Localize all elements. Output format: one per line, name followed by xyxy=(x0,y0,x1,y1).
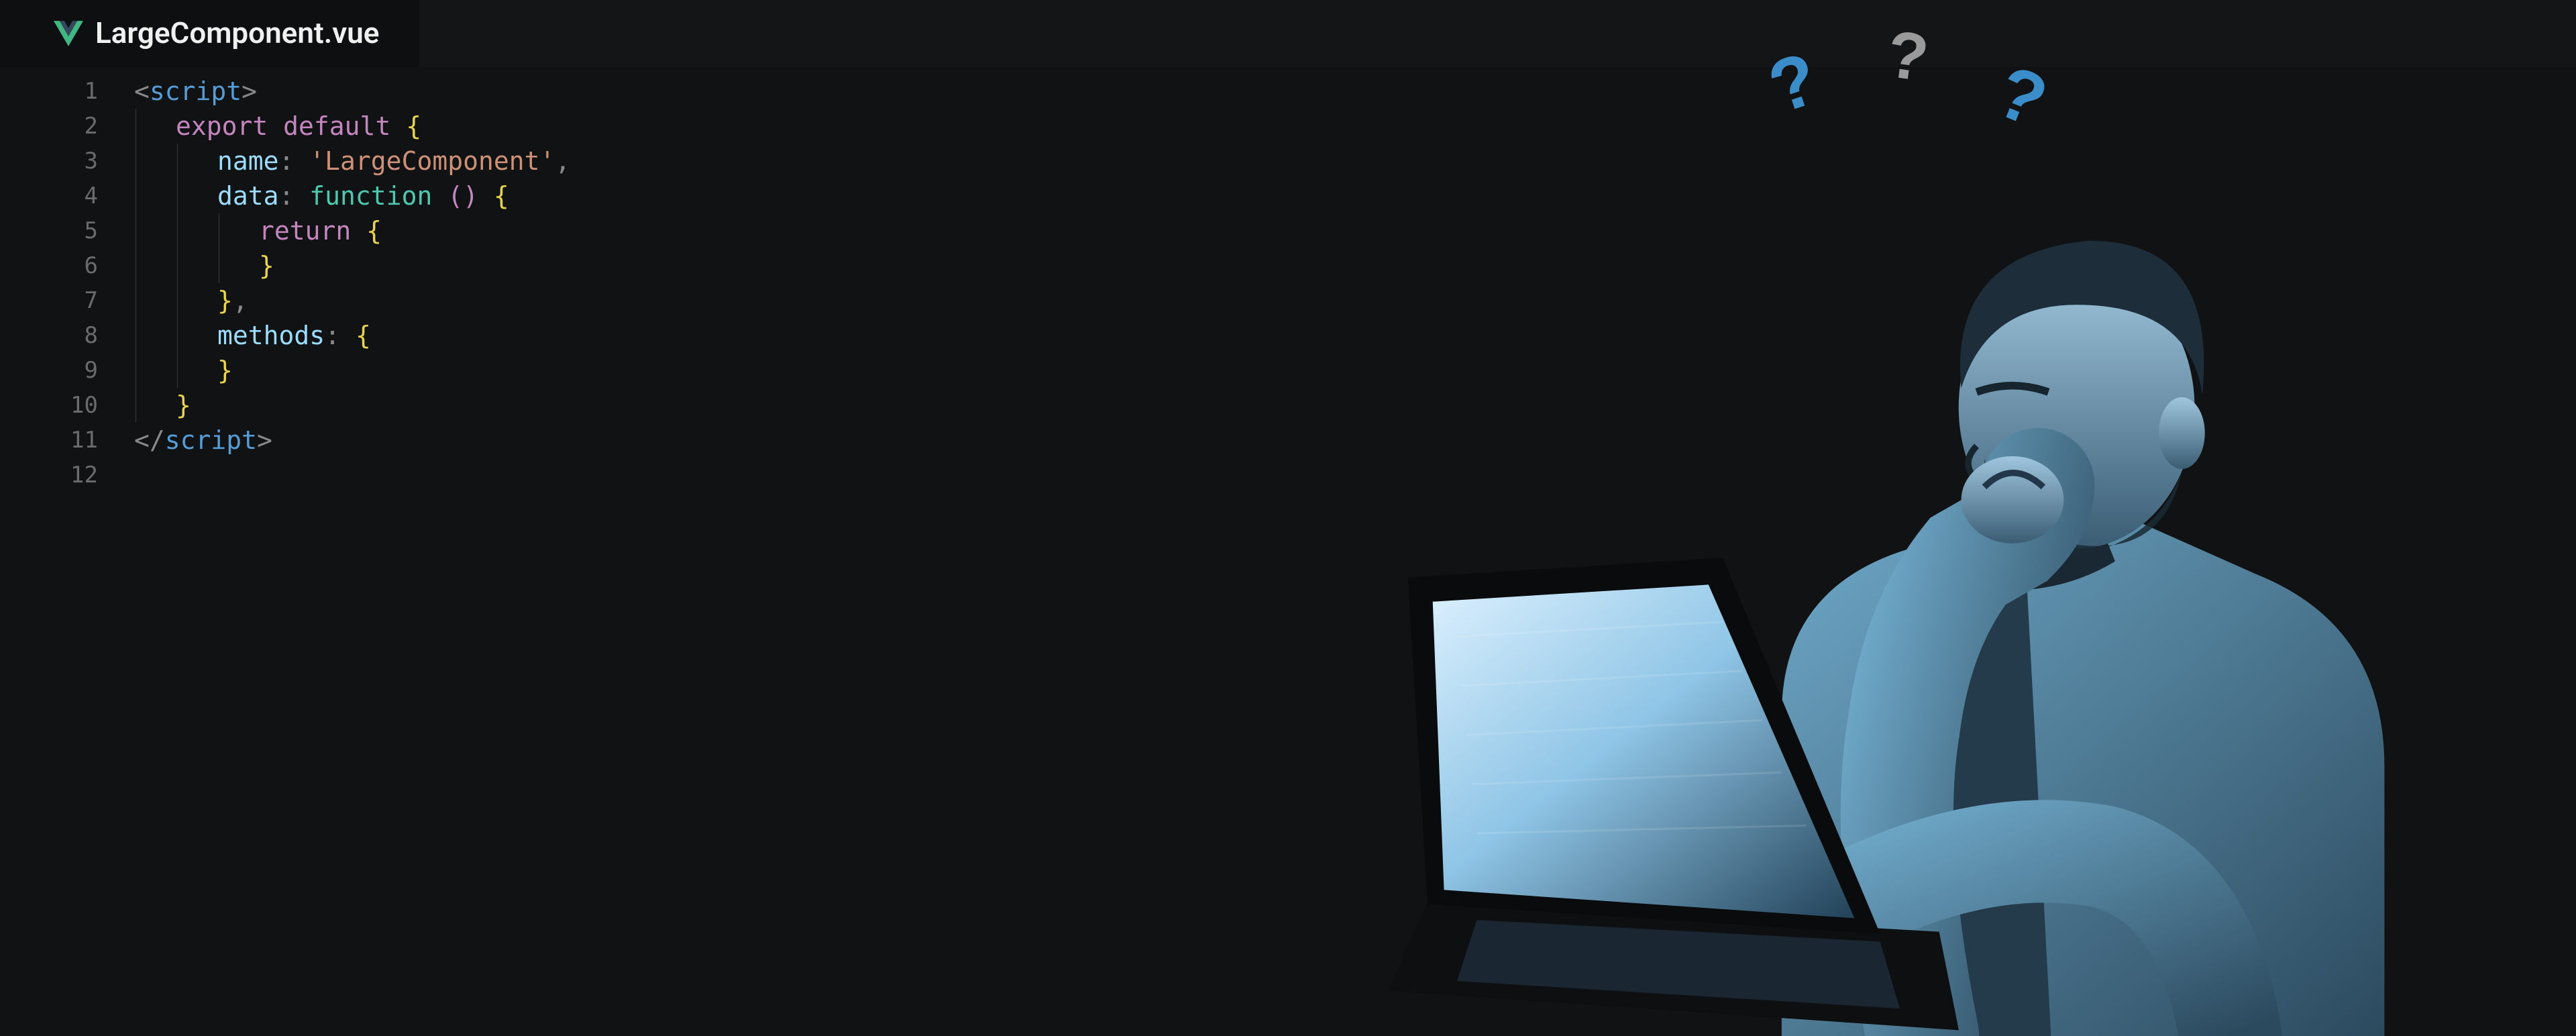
line-number: 1 xyxy=(0,74,98,109)
code-token: script xyxy=(165,425,257,455)
code-token xyxy=(351,216,366,246)
code-token: function xyxy=(309,181,432,211)
code-token: { xyxy=(366,216,382,246)
code-token: { xyxy=(494,181,509,211)
code-token xyxy=(268,111,283,141)
code-token xyxy=(294,181,309,211)
code-token: name xyxy=(217,146,279,176)
code-token: ( xyxy=(447,181,463,211)
line-number: 2 xyxy=(0,109,98,144)
code-token xyxy=(478,181,494,211)
code-token: : xyxy=(325,321,340,350)
line-number: 10 xyxy=(0,388,98,423)
line-number: 8 xyxy=(0,318,98,353)
code-token: return xyxy=(259,216,351,246)
code-line: name: 'LargeComponent', xyxy=(134,144,2576,178)
code-token: 'LargeComponent' xyxy=(309,146,555,176)
code-area[interactable]: <script>export default {name: 'LargeComp… xyxy=(134,74,2576,493)
file-tab[interactable]: LargeComponent.vue xyxy=(0,0,419,67)
code-line: } xyxy=(134,388,2576,423)
code-token: data xyxy=(217,181,279,211)
laptop-illustration xyxy=(1368,513,1959,1036)
tab-bar: LargeComponent.vue xyxy=(0,0,2576,67)
code-token xyxy=(432,181,447,211)
code-line xyxy=(134,458,2576,493)
vue-file-icon xyxy=(54,20,83,47)
line-number: 7 xyxy=(0,283,98,318)
code-token: methods xyxy=(217,321,325,350)
code-line: </script> xyxy=(134,423,2576,458)
code-token: default xyxy=(283,111,390,141)
code-token: { xyxy=(406,111,421,141)
code-token: { xyxy=(356,321,371,350)
code-token: < xyxy=(134,76,150,106)
code-line: } xyxy=(134,248,2576,283)
code-token: } xyxy=(217,356,233,385)
code-token: } xyxy=(217,286,233,315)
line-number: 4 xyxy=(0,178,98,213)
line-number: 5 xyxy=(0,213,98,248)
tab-filename: LargeComponent.vue xyxy=(95,13,379,53)
code-token xyxy=(340,321,356,350)
code-token xyxy=(294,146,309,176)
code-token: </ xyxy=(134,425,165,455)
code-token xyxy=(390,111,406,141)
code-token: : xyxy=(279,146,294,176)
code-line: } xyxy=(134,353,2576,388)
line-number: 12 xyxy=(0,458,98,493)
line-number: 6 xyxy=(0,248,98,283)
line-number: 9 xyxy=(0,353,98,388)
line-number-gutter: 123456789101112 xyxy=(0,74,134,493)
code-token: , xyxy=(555,146,570,176)
code-token: } xyxy=(176,391,191,420)
code-token: ) xyxy=(463,181,478,211)
code-editor[interactable]: 123456789101112 <script>export default {… xyxy=(0,67,2576,493)
code-line: return { xyxy=(134,213,2576,248)
code-token: > xyxy=(241,76,257,106)
code-token: > xyxy=(257,425,272,455)
code-token: : xyxy=(279,181,294,211)
code-line: data: function () { xyxy=(134,178,2576,213)
code-token: } xyxy=(259,251,274,280)
code-token: , xyxy=(233,286,248,315)
code-line: export default { xyxy=(134,109,2576,144)
code-line: methods: { xyxy=(134,318,2576,353)
code-token: export xyxy=(176,111,268,141)
code-line: }, xyxy=(134,283,2576,318)
line-number: 3 xyxy=(0,144,98,178)
code-token: script xyxy=(150,76,241,106)
line-number: 11 xyxy=(0,423,98,458)
code-line: <script> xyxy=(134,74,2576,109)
